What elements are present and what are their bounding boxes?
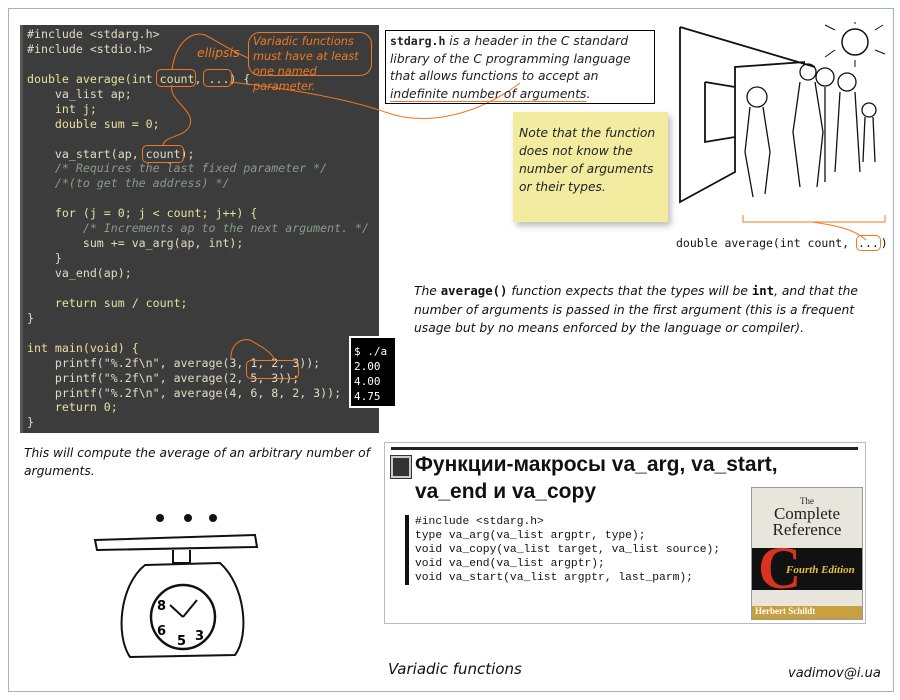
text: The xyxy=(414,284,441,298)
section-icon xyxy=(390,455,412,479)
definition-underlined: indefinite number of arguments xyxy=(390,86,587,102)
definition-end: . xyxy=(586,86,591,101)
signature-ellipsis: ... xyxy=(856,235,881,251)
cover-author: Herbert Schildt xyxy=(752,606,862,619)
footer-email: vadimov@i.ua xyxy=(788,666,881,681)
svg-text:5: 5 xyxy=(177,634,186,649)
text: function expects that the types will be xyxy=(507,284,752,298)
book-code: #include <stdarg.h> type va_arg(va_list … xyxy=(405,515,720,585)
signature: double average(int count, ...) xyxy=(676,235,888,251)
queue-illustration xyxy=(679,22,886,204)
cover-title: The Complete Reference xyxy=(752,496,862,538)
svg-text:6: 6 xyxy=(157,624,166,639)
svg-text:3: 3 xyxy=(195,629,204,644)
svg-text:8: 8 xyxy=(157,599,166,614)
terminal-line: 4.75 xyxy=(354,390,381,403)
scale-illustration: 8 65 3 xyxy=(93,514,259,659)
cover-edition: Fourth Edition xyxy=(786,564,855,576)
divider xyxy=(391,447,858,450)
signature-prefix: double average(int count, xyxy=(676,236,857,250)
footer-title: Variadic functions xyxy=(388,660,522,678)
average-explanation: The average() function expects that the … xyxy=(414,282,889,338)
terminal-line: $ ./a xyxy=(354,345,388,358)
fn-name: average() xyxy=(440,284,508,298)
scale-caption: This will compute the average of an arbi… xyxy=(24,446,370,478)
sticky-note: Note that the function does not know the… xyxy=(513,112,668,222)
terminal-line: 2.00 xyxy=(354,360,381,373)
stdarg-definition: stdarg.h is a header in the C standard l… xyxy=(385,30,655,104)
book-excerpt: Функции-макросы va_arg, va_start, va_end… xyxy=(384,442,866,624)
terminal-line: 4.00 xyxy=(354,375,381,388)
terminal-output: $ ./a 2.00 4.00 4.75 xyxy=(349,336,397,408)
signature-suffix: ) xyxy=(880,236,888,250)
type-name: int xyxy=(751,284,775,298)
book-cover: The Complete Reference C Fourth Edition … xyxy=(751,487,863,620)
stdarg-keyword: stdarg.h xyxy=(390,34,446,48)
